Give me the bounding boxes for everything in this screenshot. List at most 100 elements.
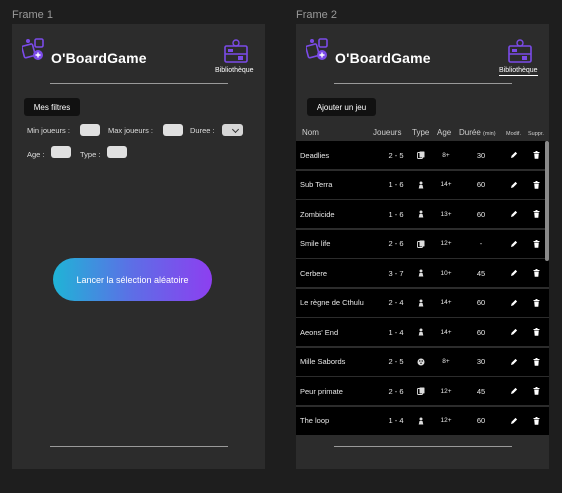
edit-icon[interactable] <box>509 348 519 376</box>
type-label: Type : <box>80 150 101 159</box>
col-header-name[interactable]: Nom <box>302 128 319 137</box>
col-header-duration-label: Durée <box>459 128 481 137</box>
cards-icon <box>414 141 428 169</box>
edit-icon[interactable] <box>509 200 519 228</box>
table-row[interactable]: Deadlies 2 - 5 8+ 30 <box>296 141 549 169</box>
table-row[interactable]: Le règne de Cthulu 2 - 4 14+ 60 <box>296 288 549 317</box>
trash-icon[interactable] <box>531 407 541 435</box>
games-table: Deadlies 2 - 5 8+ 30 Sub Terra 1 - 6 14+ 60 Zomb… <box>296 141 549 437</box>
game-age: 8+ <box>442 358 450 365</box>
table-row[interactable]: Zombicide 1 - 6 13+ 60 <box>296 200 549 228</box>
cards-icon <box>414 377 428 405</box>
footer-divider <box>334 446 512 447</box>
game-age: 13+ <box>440 210 452 218</box>
game-players: 1 - 6 <box>388 209 404 219</box>
dice-icon <box>414 348 428 376</box>
pawn-icon <box>414 259 428 287</box>
edit-icon[interactable] <box>509 377 519 405</box>
app-header: O'BoardGame Bibliothèque <box>12 24 265 88</box>
min-players-input[interactable] <box>80 124 100 136</box>
edit-icon[interactable] <box>509 407 519 435</box>
col-header-duration-unit: (min) <box>483 131 496 137</box>
col-header-delete: Suppr. <box>528 131 544 137</box>
duration-select[interactable] <box>222 124 243 136</box>
logo-icon <box>22 38 44 60</box>
logo-icon <box>306 38 328 60</box>
col-header-age[interactable]: Age <box>437 128 451 137</box>
app-title[interactable]: O'BoardGame <box>335 50 431 66</box>
trash-icon[interactable] <box>531 289 541 317</box>
age-label: Age : <box>27 150 45 159</box>
trash-icon[interactable] <box>531 200 541 228</box>
add-game-button[interactable]: Ajouter un jeu <box>307 98 376 116</box>
edit-icon[interactable] <box>509 230 519 258</box>
age-input[interactable] <box>51 146 71 158</box>
col-header-duration[interactable]: Durée (min) <box>459 128 496 137</box>
col-header-players[interactable]: Joueurs <box>373 128 401 137</box>
my-filters-button[interactable]: Mes filtres <box>24 98 80 116</box>
pawn-icon <box>414 289 428 317</box>
game-duration: 60 <box>476 416 486 425</box>
game-players: 2 - 6 <box>388 386 404 396</box>
game-name: Zombicide <box>300 209 335 219</box>
table-row[interactable]: The loop 1 - 4 12+ 60 <box>296 406 549 435</box>
game-age: 12+ <box>440 417 452 424</box>
table-row[interactable]: Peur primate 2 - 6 12+ 45 <box>296 377 549 405</box>
table-row[interactable]: Aeons' End 1 - 4 14+ 60 <box>296 318 549 346</box>
header-divider <box>50 83 228 84</box>
trash-icon[interactable] <box>531 171 541 199</box>
game-duration: 60 <box>476 298 486 307</box>
edit-icon[interactable] <box>509 259 519 287</box>
game-age: 12+ <box>440 387 452 395</box>
table-row[interactable]: Mille Sabords 2 - 5 8+ 30 <box>296 347 549 376</box>
trash-icon[interactable] <box>531 348 541 376</box>
game-name: Cerbere <box>300 268 328 278</box>
table-row[interactable]: Sub Terra 1 - 6 14+ 60 <box>296 170 549 199</box>
game-players: 1 - 4 <box>388 327 404 337</box>
duration-label: Duree : <box>190 126 215 135</box>
random-selection-button[interactable]: Lancer la sélection aléatoire <box>53 258 212 301</box>
game-players: 2 - 4 <box>388 298 404 307</box>
game-age: 12+ <box>440 240 452 247</box>
footer-divider <box>50 446 228 447</box>
app-title[interactable]: O'BoardGame <box>51 50 147 66</box>
edit-icon[interactable] <box>509 289 519 317</box>
library-link[interactable]: Bibliothèque <box>499 67 538 76</box>
trash-icon[interactable] <box>531 377 541 405</box>
game-duration: 30 <box>476 150 486 160</box>
game-age: 14+ <box>440 328 452 336</box>
table-row[interactable]: Smile life 2 - 6 12+ - <box>296 229 549 258</box>
library-link[interactable]: Bibliothèque <box>215 67 254 74</box>
table-row[interactable]: Cerbere 3 - 7 10+ 45 <box>296 259 549 287</box>
edit-icon[interactable] <box>509 171 519 199</box>
edit-icon[interactable] <box>509 141 519 169</box>
game-name: Sub Terra <box>300 180 333 189</box>
frame1-canvas: O'BoardGame Bibliothèque Mes filtres Min… <box>12 24 265 469</box>
max-players-input[interactable] <box>163 124 183 136</box>
game-players: 3 - 7 <box>388 268 404 278</box>
game-name: Le règne de Cthulu <box>300 298 364 307</box>
library-icon[interactable] <box>223 38 249 64</box>
trash-icon[interactable] <box>531 318 541 346</box>
game-age: 14+ <box>440 181 452 188</box>
game-duration: 45 <box>476 386 486 396</box>
type-input[interactable] <box>107 146 127 158</box>
table-scrollbar[interactable] <box>545 141 549 261</box>
game-age: 10+ <box>440 269 452 277</box>
pawn-icon <box>414 200 428 228</box>
trash-icon[interactable] <box>531 230 541 258</box>
col-header-type[interactable]: Type <box>412 128 429 137</box>
game-duration: 45 <box>476 268 486 278</box>
min-players-label: Min joueurs : <box>27 126 70 135</box>
trash-icon[interactable] <box>531 259 541 287</box>
game-name: Deadlies <box>300 150 330 160</box>
game-duration: - <box>479 239 483 248</box>
game-players: 2 - 6 <box>388 239 404 248</box>
library-icon[interactable] <box>507 38 533 64</box>
game-players: 1 - 4 <box>388 416 404 425</box>
edit-icon[interactable] <box>509 318 519 346</box>
cards-icon <box>414 230 428 258</box>
trash-icon[interactable] <box>531 141 541 169</box>
game-name: The loop <box>300 416 330 425</box>
col-header-edit: Modif. <box>506 131 521 137</box>
